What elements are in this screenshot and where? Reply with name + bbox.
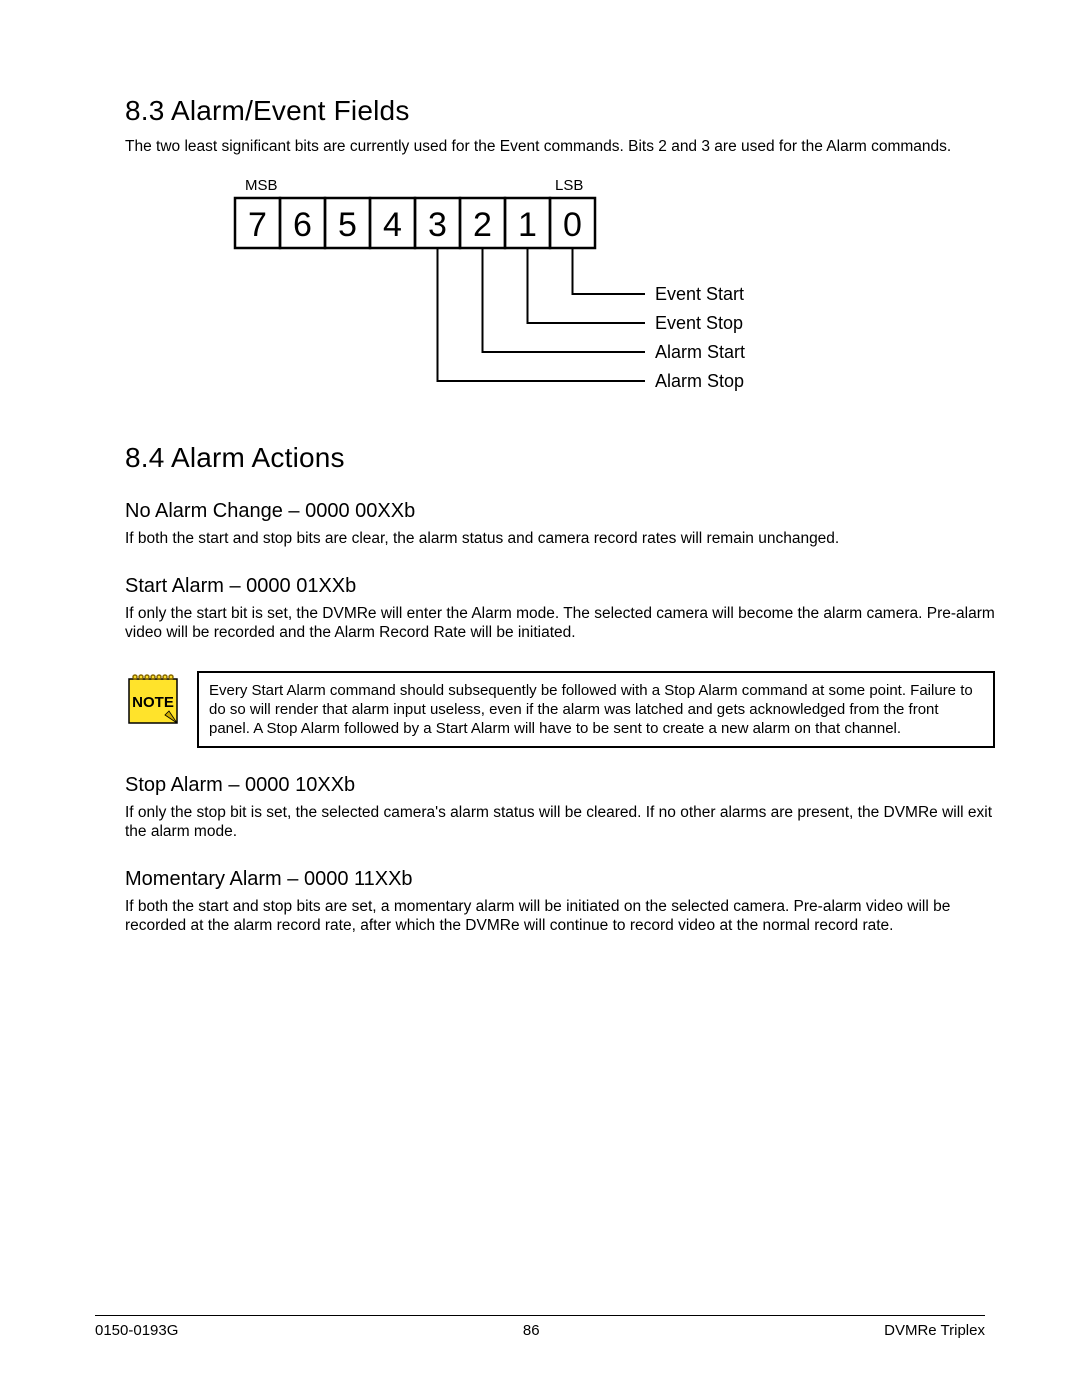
svg-text:4: 4 xyxy=(383,206,402,244)
lead-alarm-start: Alarm Start xyxy=(655,342,745,362)
lead-labels: Event Start Event Stop Alarm Start Alarm… xyxy=(655,284,745,391)
lsb-label: LSB xyxy=(555,177,583,194)
svg-text:5: 5 xyxy=(338,206,357,244)
para-8-3: The two least significant bits are curre… xyxy=(125,137,995,156)
lead-event-start: Event Start xyxy=(655,284,744,304)
page: 8.3 Alarm/Event Fields The two least sig… xyxy=(0,0,1080,1397)
lead-alarm-stop: Alarm Stop xyxy=(655,371,744,391)
para-stop-alarm: If only the stop bit is set, the selecte… xyxy=(125,803,995,842)
para-no-alarm-change: If both the start and stop bits are clea… xyxy=(125,529,995,548)
svg-text:7: 7 xyxy=(248,206,267,244)
heading-stop-alarm: Stop Alarm – 0000 10XXb xyxy=(125,774,995,797)
svg-text:0: 0 xyxy=(563,206,582,244)
footer-center: 86 xyxy=(523,1322,540,1339)
lead-event-stop: Event Stop xyxy=(655,313,743,333)
note-text: Every Start Alarm command should subsequ… xyxy=(197,671,995,749)
svg-text:2: 2 xyxy=(473,206,492,244)
lead-lines xyxy=(438,248,646,381)
heading-8-3: 8.3 Alarm/Event Fields xyxy=(125,95,995,127)
bit-boxes xyxy=(235,198,595,248)
footer-left: 0150-0193G xyxy=(95,1322,178,1339)
note-block: NOTE Every Start Alarm command should su… xyxy=(125,671,995,749)
page-footer: 0150-0193G 86 DVMRe Triplex xyxy=(95,1315,985,1339)
svg-text:3: 3 xyxy=(428,206,447,244)
heading-no-alarm-change: No Alarm Change – 0000 00XXb xyxy=(125,500,995,523)
heading-start-alarm: Start Alarm – 0000 01XXb xyxy=(125,575,995,598)
svg-text:6: 6 xyxy=(293,206,312,244)
svg-text:NOTE: NOTE xyxy=(132,694,174,711)
bitfield-diagram: MSB LSB 7 6 5 4 3 2 1 0 xyxy=(225,176,925,436)
para-momentary-alarm: If both the start and stop bits are set,… xyxy=(125,897,995,936)
svg-text:1: 1 xyxy=(518,206,537,244)
note-icon: NOTE xyxy=(125,671,181,727)
footer-right: DVMRe Triplex xyxy=(884,1322,985,1339)
para-start-alarm: If only the start bit is set, the DVMRe … xyxy=(125,604,995,643)
msb-label: MSB xyxy=(245,177,278,194)
heading-momentary-alarm: Momentary Alarm – 0000 11XXb xyxy=(125,868,995,891)
heading-8-4: 8.4 Alarm Actions xyxy=(125,442,995,474)
